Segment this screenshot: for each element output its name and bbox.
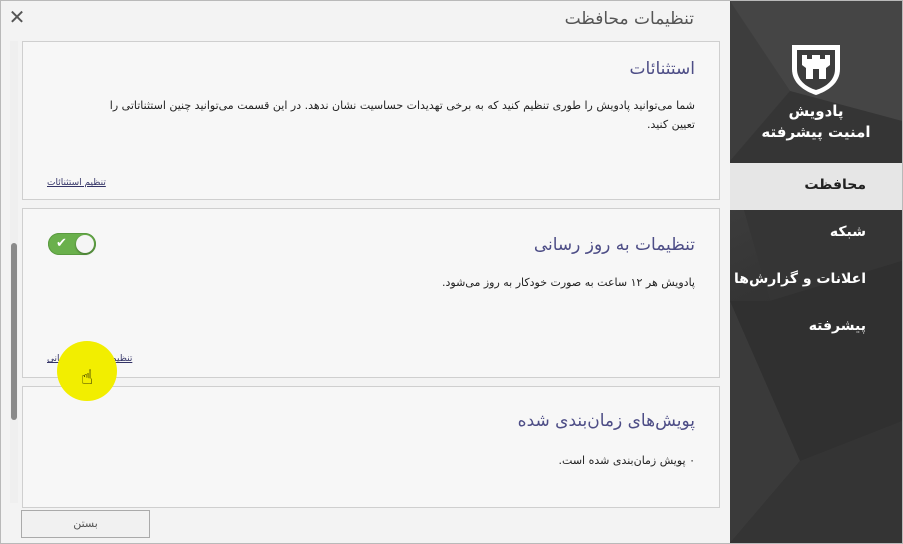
brand-name-line1: پادویش: [788, 102, 844, 120]
scrollbar-thumb[interactable]: [11, 243, 17, 420]
scheduled-scans-panel: پویش‌های زمان‌بندی شده ۰ پویش زمان‌بندی …: [22, 386, 720, 508]
settings-window: ✕ تنظیمات محافظت استثنائات شما می‌توانید…: [0, 0, 903, 544]
close-icon[interactable]: ✕: [7, 7, 27, 27]
exceptions-description: شما می‌توانید پادویش را طوری تنظیم کنید …: [109, 99, 695, 131]
exceptions-title: استثنائات: [629, 59, 695, 79]
exceptions-panel: استثنائات شما می‌توانید پادویش را طوری ت…: [22, 41, 720, 200]
update-settings-panel: ✔ تنظیمات به روز رسانی پادویش هر ۱۲ ساعت…: [22, 208, 720, 378]
scheduled-scans-description: ۰ پویش زمان‌بندی شده است.: [558, 454, 695, 467]
close-button[interactable]: بستن: [21, 510, 150, 538]
sidebar-item-advanced[interactable]: پیشرفته: [730, 304, 902, 351]
window-title: تنظیمات محافظت: [564, 9, 694, 29]
sidebar: پادویش امنیت پیشرفته محافظت شبکه اعلانات…: [730, 1, 902, 543]
hand-cursor-icon: ☝: [81, 365, 94, 389]
update-settings-description: پادویش هر ۱۲ ساعت به صورت خودکار به روز …: [442, 276, 695, 289]
sidebar-item-protection[interactable]: محافظت: [730, 163, 902, 210]
shield-tower-icon: [792, 45, 840, 95]
update-settings-title: تنظیمات به روز رسانی: [533, 235, 695, 255]
check-icon: ✔: [56, 236, 67, 251]
toggle-knob: [76, 235, 94, 253]
exceptions-settings-link[interactable]: تنظیم استثنائات: [47, 178, 106, 188]
sidebar-nav: محافظت شبکه اعلانات و گزارش‌ها پیشرفته: [730, 163, 902, 351]
sidebar-item-notifications-reports[interactable]: اعلانات و گزارش‌ها: [730, 257, 902, 304]
brand-logo: پادویش امنیت پیشرفته: [730, 41, 902, 143]
scheduled-scans-title: پویش‌های زمان‌بندی شده: [517, 411, 695, 431]
auto-update-toggle[interactable]: ✔: [48, 233, 96, 255]
title-bar: ✕ تنظیمات محافظت: [1, 1, 730, 39]
brand-name-line2: امنیت پیشرفته: [761, 123, 871, 141]
sidebar-item-network[interactable]: شبکه: [730, 210, 902, 257]
